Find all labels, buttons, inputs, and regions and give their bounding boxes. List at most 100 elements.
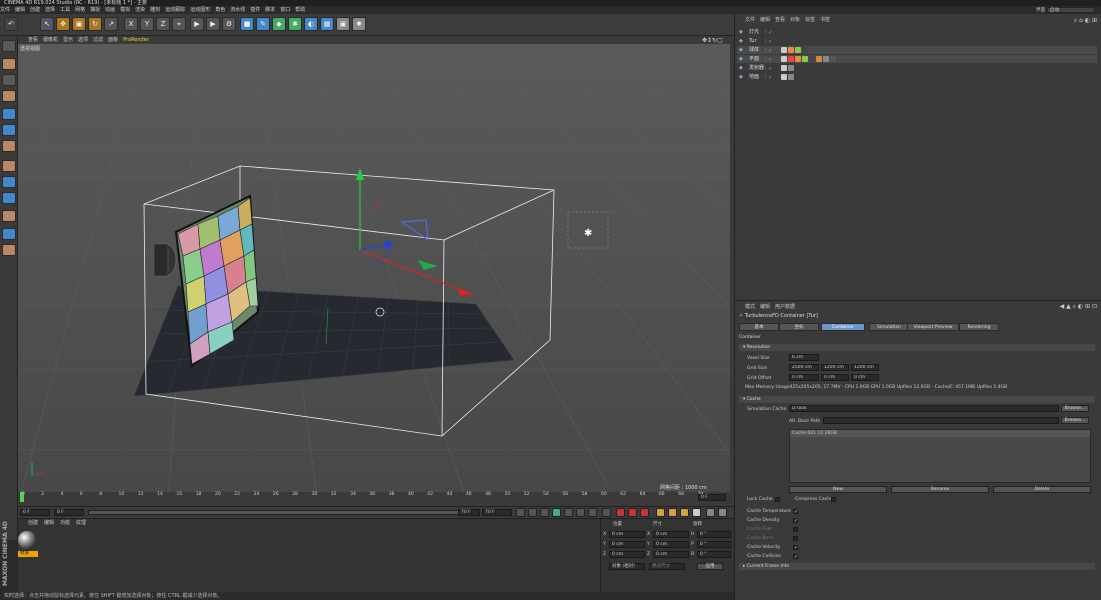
- camera-icon[interactable]: ▣: [336, 17, 350, 31]
- rename-cache-button[interactable]: Rename: [891, 486, 989, 493]
- material-name[interactable]: 材质: [18, 551, 38, 557]
- axis-mode-icon[interactable]: [2, 160, 16, 172]
- attribute-tab-3[interactable]: Simulation: [869, 323, 909, 331]
- grid-size-y-field[interactable]: 1200 cm: [821, 364, 849, 371]
- end-frame-field[interactable]: 70 F: [458, 509, 480, 516]
- viewport-menu-item-1[interactable]: 摄像机: [43, 37, 58, 43]
- autokey-icon[interactable]: [628, 508, 637, 517]
- object-name[interactable]: 地面: [749, 73, 759, 81]
- start-frame-field[interactable]: 0 F: [54, 509, 84, 516]
- delete-cache-button[interactable]: Delete: [993, 486, 1091, 493]
- grid-icon[interactable]: [2, 228, 16, 240]
- key-rotation-icon[interactable]: [680, 508, 689, 517]
- attribute-menu-item-2[interactable]: 用户数据: [775, 304, 795, 310]
- key-position-icon[interactable]: [656, 508, 665, 517]
- play-icon[interactable]: [552, 508, 561, 517]
- undo-icon[interactable]: ↶: [4, 17, 18, 31]
- viewport-menu-item-3[interactable]: 选项: [78, 37, 88, 43]
- cache-channel-checkbox[interactable]: [793, 527, 798, 532]
- points-mode-icon[interactable]: [2, 108, 16, 120]
- object-tag-icon[interactable]: [830, 56, 836, 62]
- menu-item-7[interactable]: 动画: [105, 7, 115, 13]
- record-icon[interactable]: [616, 508, 625, 517]
- timeline-playhead[interactable]: [20, 492, 24, 502]
- menu-item-17[interactable]: 窗口: [280, 7, 290, 13]
- menu-item-10[interactable]: 雕刻: [150, 7, 160, 13]
- object-tag-icon[interactable]: [788, 65, 794, 71]
- object-row[interactable]: ◆ 地面 ⁝ ✓: [737, 73, 1097, 81]
- menu-item-18[interactable]: 帮助: [295, 7, 305, 13]
- end-frame-field-2[interactable]: 70 F: [482, 509, 512, 516]
- go-end-icon[interactable]: [602, 508, 611, 517]
- object-name[interactable]: 灯光: [749, 28, 759, 36]
- lock-workplane-icon[interactable]: [2, 210, 16, 222]
- object-tag-icon[interactable]: [795, 56, 801, 62]
- loop-icon[interactable]: [588, 508, 597, 517]
- emitter-object[interactable]: [153, 243, 177, 277]
- grid-size-x-field[interactable]: 2500 cm: [789, 364, 819, 371]
- cloner-icon[interactable]: ✱: [288, 17, 302, 31]
- object-tag-icon[interactable]: [795, 47, 801, 53]
- key-pla-icon[interactable]: [706, 508, 715, 517]
- cache-channel-checkbox[interactable]: ✓: [793, 509, 798, 515]
- coord-mode-select[interactable]: 对象 (相对): [609, 563, 645, 570]
- object-menu-item-2[interactable]: 查看: [775, 17, 785, 23]
- current-frame-field[interactable]: 0 F: [20, 509, 50, 516]
- object-tag-icon[interactable]: [823, 56, 829, 62]
- object-row[interactable]: ◆ Tur ⁝ ✓: [737, 37, 1097, 45]
- object-row[interactable]: ◆ 平面 ⁝ ✓: [737, 55, 1097, 63]
- object-row[interactable]: ◆ 发射器 ⁝ ✓: [737, 64, 1097, 72]
- cache-list[interactable]: Cache 001 12.26GB: [789, 429, 1091, 483]
- rotate-icon[interactable]: ↻: [88, 17, 102, 31]
- visibility-toggle-icon[interactable]: ⁝ ✓: [765, 65, 775, 72]
- cache-channel-checkbox[interactable]: ✓: [793, 554, 798, 560]
- grid-size-z-field[interactable]: 1200 cm: [851, 364, 879, 371]
- browse-cache-button[interactable]: Browse...: [1061, 405, 1089, 412]
- viewport-menu-item-6[interactable]: ProRender: [123, 37, 149, 43]
- coord-size-z[interactable]: 0 cm: [653, 551, 689, 558]
- texture-mode-icon[interactable]: [2, 74, 16, 86]
- menu-item-16[interactable]: 脚本: [265, 7, 275, 13]
- next-key-icon[interactable]: [576, 508, 585, 517]
- viewport[interactable]: ✱ ✥↕↻▢: [18, 44, 730, 492]
- object-row[interactable]: ◆ 灯光 ⁝ ✓: [737, 28, 1097, 36]
- menu-item-0[interactable]: 文件: [0, 7, 10, 13]
- menu-item-1[interactable]: 编辑: [15, 7, 25, 13]
- attribute-tab-2[interactable]: Container: [821, 323, 865, 331]
- render-icon[interactable]: ▶: [206, 17, 220, 31]
- viewport-menu-item-2[interactable]: 显示: [63, 37, 73, 43]
- next-frame-icon[interactable]: [564, 508, 573, 517]
- attribute-tab-1[interactable]: 坐标: [779, 323, 819, 331]
- move-icon[interactable]: ✥: [56, 17, 70, 31]
- menu-item-11[interactable]: 运动跟踪: [165, 7, 185, 13]
- resolution-section[interactable]: ▾ Resolution: [739, 344, 1095, 351]
- object-menu-item-0[interactable]: 文件: [745, 17, 755, 23]
- cache-channel-checkbox[interactable]: ✓: [793, 518, 798, 524]
- floor-icon[interactable]: ▦: [320, 17, 334, 31]
- attribute-menu-item-0[interactable]: 模式: [745, 304, 755, 310]
- viewport-menu-item-5[interactable]: 面板: [108, 37, 118, 43]
- visibility-toggle-icon[interactable]: ⁝ ✓: [765, 74, 775, 81]
- key-param-icon[interactable]: [692, 508, 701, 517]
- visibility-toggle-icon[interactable]: ⁝ ✓: [765, 56, 775, 63]
- coord-size-y[interactable]: 0 cm: [653, 541, 689, 548]
- coord-position-x[interactable]: 0 cm: [609, 531, 645, 538]
- new-cache-button[interactable]: New: [789, 486, 887, 493]
- range-slider[interactable]: [88, 510, 480, 515]
- visibility-toggle-icon[interactable]: ⁝ ✓: [765, 29, 775, 36]
- object-tag-icon[interactable]: [781, 65, 787, 71]
- visibility-toggle-icon[interactable]: ⁝ ✓: [765, 47, 775, 54]
- timeline-end-field[interactable]: 0 F: [698, 494, 726, 501]
- prev-frame-icon[interactable]: [540, 508, 549, 517]
- object-name[interactable]: 发射器: [749, 64, 764, 72]
- live-select-icon[interactable]: ↗: [104, 17, 118, 31]
- menu-item-6[interactable]: 捕捉: [90, 7, 100, 13]
- object-name[interactable]: Tur: [749, 37, 757, 45]
- workplane-icon[interactable]: [2, 90, 16, 102]
- menu-item-14[interactable]: 流水线: [230, 7, 245, 13]
- visibility-toggle-icon[interactable]: ⁝ ✓: [765, 38, 775, 45]
- viewport-nav-icon[interactable]: ✥↕↻▢: [702, 37, 723, 44]
- voxel-size-field[interactable]: 6 cm: [789, 354, 819, 361]
- make-editable-icon[interactable]: [2, 40, 16, 52]
- cache-channel-checkbox[interactable]: ✓: [793, 545, 798, 551]
